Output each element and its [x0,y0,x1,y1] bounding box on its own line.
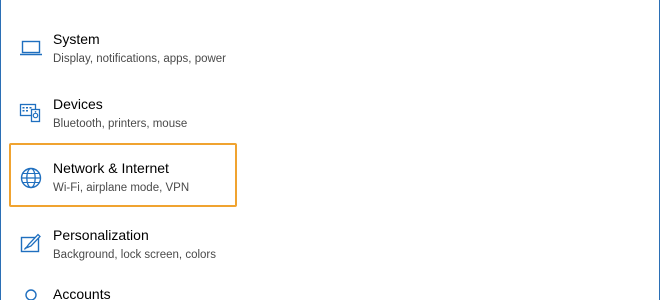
settings-item-title: Network & Internet [53,160,169,176]
person-icon [19,287,43,300]
settings-item-description: Wi-Fi, airplane mode, VPN [53,182,190,194]
settings-window: System Display, notifications, apps, pow… [0,0,660,300]
settings-item-system[interactable]: System Display, notifications, apps, pow… [9,14,237,76]
laptop-icon [19,36,43,58]
settings-item-devices[interactable]: Devices Bluetooth, printers, mouse [9,79,237,141]
settings-item-accounts[interactable]: Accounts [9,270,237,300]
settings-item-description: Bluetooth, printers, mouse [53,118,188,130]
paint-icon [19,232,43,254]
settings-item-title: Personalization [53,227,149,243]
devices-icon [19,101,43,123]
settings-item-title: Devices [53,96,103,112]
globe-icon [19,167,43,189]
settings-item-title: Accounts [53,286,111,300]
settings-item-description: Background, lock screen, colors [53,249,216,261]
settings-item-description: Display, notifications, apps, power [53,53,227,65]
settings-item-personalization[interactable]: Personalization Background, lock screen,… [9,210,237,272]
settings-item-title: System [53,31,100,47]
settings-item-network-internet[interactable]: Network & Internet Wi-Fi, airplane mode,… [9,143,237,207]
